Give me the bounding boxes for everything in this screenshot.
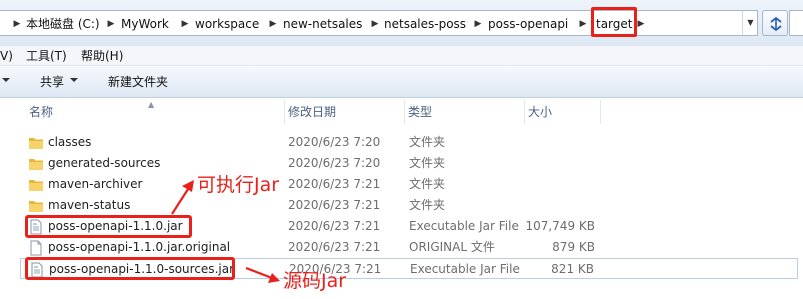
breadcrumb-item-new-netsales[interactable]: new-netsales [283,15,362,33]
column-divider[interactable] [284,100,285,124]
breadcrumb[interactable]: ▶ 本地磁盘 (C:) ▶ MyWork ▶ workspace ▶ new-n… [0,10,758,36]
file-row[interactable]: maven-archiver 2020/6/23 7:21 文件夹 [20,174,798,195]
command-bar: 共享 新建文件夹 [0,66,803,98]
menu-item-help[interactable]: 帮助(H) [81,48,123,64]
file-size: 107,749 KB [525,219,595,233]
arrow-icon [245,266,280,283]
search-box[interactable] [789,10,803,36]
file-row[interactable]: generated-sources 2020/6/23 7:20 文件夹 [20,153,798,174]
breadcrumb-separator[interactable]: ▶ [12,16,22,32]
file-size: 879 KB [552,240,595,254]
file-date: 2020/6/23 7:21 [288,219,381,233]
refresh-button[interactable] [762,10,788,36]
column-divider[interactable] [524,100,525,124]
address-bar: ▶ 本地磁盘 (C:) ▶ MyWork ▶ workspace ▶ new-n… [0,0,803,46]
file-size: 821 KB [551,262,594,276]
sort-ascending-icon: ▲ [148,100,155,109]
file-date: 2020/6/23 7:21 [288,198,381,212]
breadcrumb-item-drive[interactable]: 本地磁盘 (C:) [26,15,100,33]
folder-icon [28,156,44,172]
file-type: 文件夹 [409,177,446,191]
breadcrumb-separator[interactable]: ▶ [106,16,116,32]
file-name[interactable]: maven-archiver [48,174,142,195]
source-jar-annotation: 源码Jar [283,270,347,292]
organize-caret-icon[interactable] [2,78,10,82]
refresh-icon [770,16,782,32]
breadcrumb-separator[interactable]: ▶ [473,16,483,32]
column-size[interactable]: 大小 [528,98,552,126]
folder-icon [28,135,44,151]
breadcrumb-separator[interactable]: ▶ [268,16,278,32]
executable-jar-highlight-box [25,215,192,238]
file-icon [28,240,44,256]
breadcrumb-separator[interactable]: ▶ [578,16,588,32]
target-highlight-box [591,7,637,37]
column-header: 名称 修改日期 类型 大小 [0,98,803,126]
breadcrumb-separator[interactable]: ▶ [636,16,646,32]
file-name[interactable]: classes [48,132,91,153]
file-row[interactable]: maven-status 2020/6/23 7:21 文件夹 [20,195,798,216]
file-type: 文件夹 [409,156,446,170]
folder-icon [28,177,44,193]
file-type: 文件夹 [409,198,446,212]
file-type: ORIGINAL 文件 [409,240,495,254]
file-name[interactable]: poss-openapi-1.1.0.jar.original [48,237,230,258]
folder-icon [28,198,44,214]
menu-bar: V) 工具(T) 帮助(H) [0,46,803,66]
new-folder-button[interactable]: 新建文件夹 [108,74,168,90]
breadcrumb-item-poss-openapi[interactable]: poss-openapi [488,15,568,33]
file-date: 2020/6/23 7:20 [288,135,381,149]
share-caret-icon[interactable] [70,78,78,82]
executable-jar-annotation: 可执行Jar [197,174,280,196]
file-type: 文件夹 [409,135,446,149]
column-type[interactable]: 类型 [408,98,432,126]
column-date[interactable]: 修改日期 [288,98,336,126]
breadcrumb-item-mywork[interactable]: MyWork [121,15,169,33]
breadcrumb-separator[interactable]: ▶ [370,16,380,32]
share-button[interactable]: 共享 [40,74,64,90]
breadcrumb-item-workspace[interactable]: workspace [195,15,259,33]
breadcrumb-item-netsales-poss[interactable]: netsales-poss [384,15,466,33]
file-row[interactable]: classes 2020/6/23 7:20 文件夹 [20,132,798,153]
file-type: Executable Jar File [410,262,520,276]
file-date: 2020/6/23 7:21 [288,177,381,191]
file-row[interactable]: poss-openapi-1.1.0.jar.original 2020/6/23… [20,237,798,258]
file-name[interactable]: maven-status [48,195,130,216]
column-name[interactable]: 名称 [29,98,53,126]
column-divider[interactable] [404,100,405,124]
menu-item-tools[interactable]: 工具(T) [26,48,67,64]
breadcrumb-separator[interactable]: ▶ [180,16,190,32]
address-dropdown-icon[interactable]: ▼ [742,11,758,35]
menu-item-view[interactable]: V) [0,48,13,64]
sources-jar-highlight-box [25,257,235,280]
file-date: 2020/6/23 7:20 [288,156,381,170]
file-name[interactable]: generated-sources [48,153,160,174]
file-type: Executable Jar File [409,219,519,233]
column-divider[interactable] [600,100,601,124]
file-date: 2020/6/23 7:21 [288,240,381,254]
arrow-icon [171,180,194,215]
